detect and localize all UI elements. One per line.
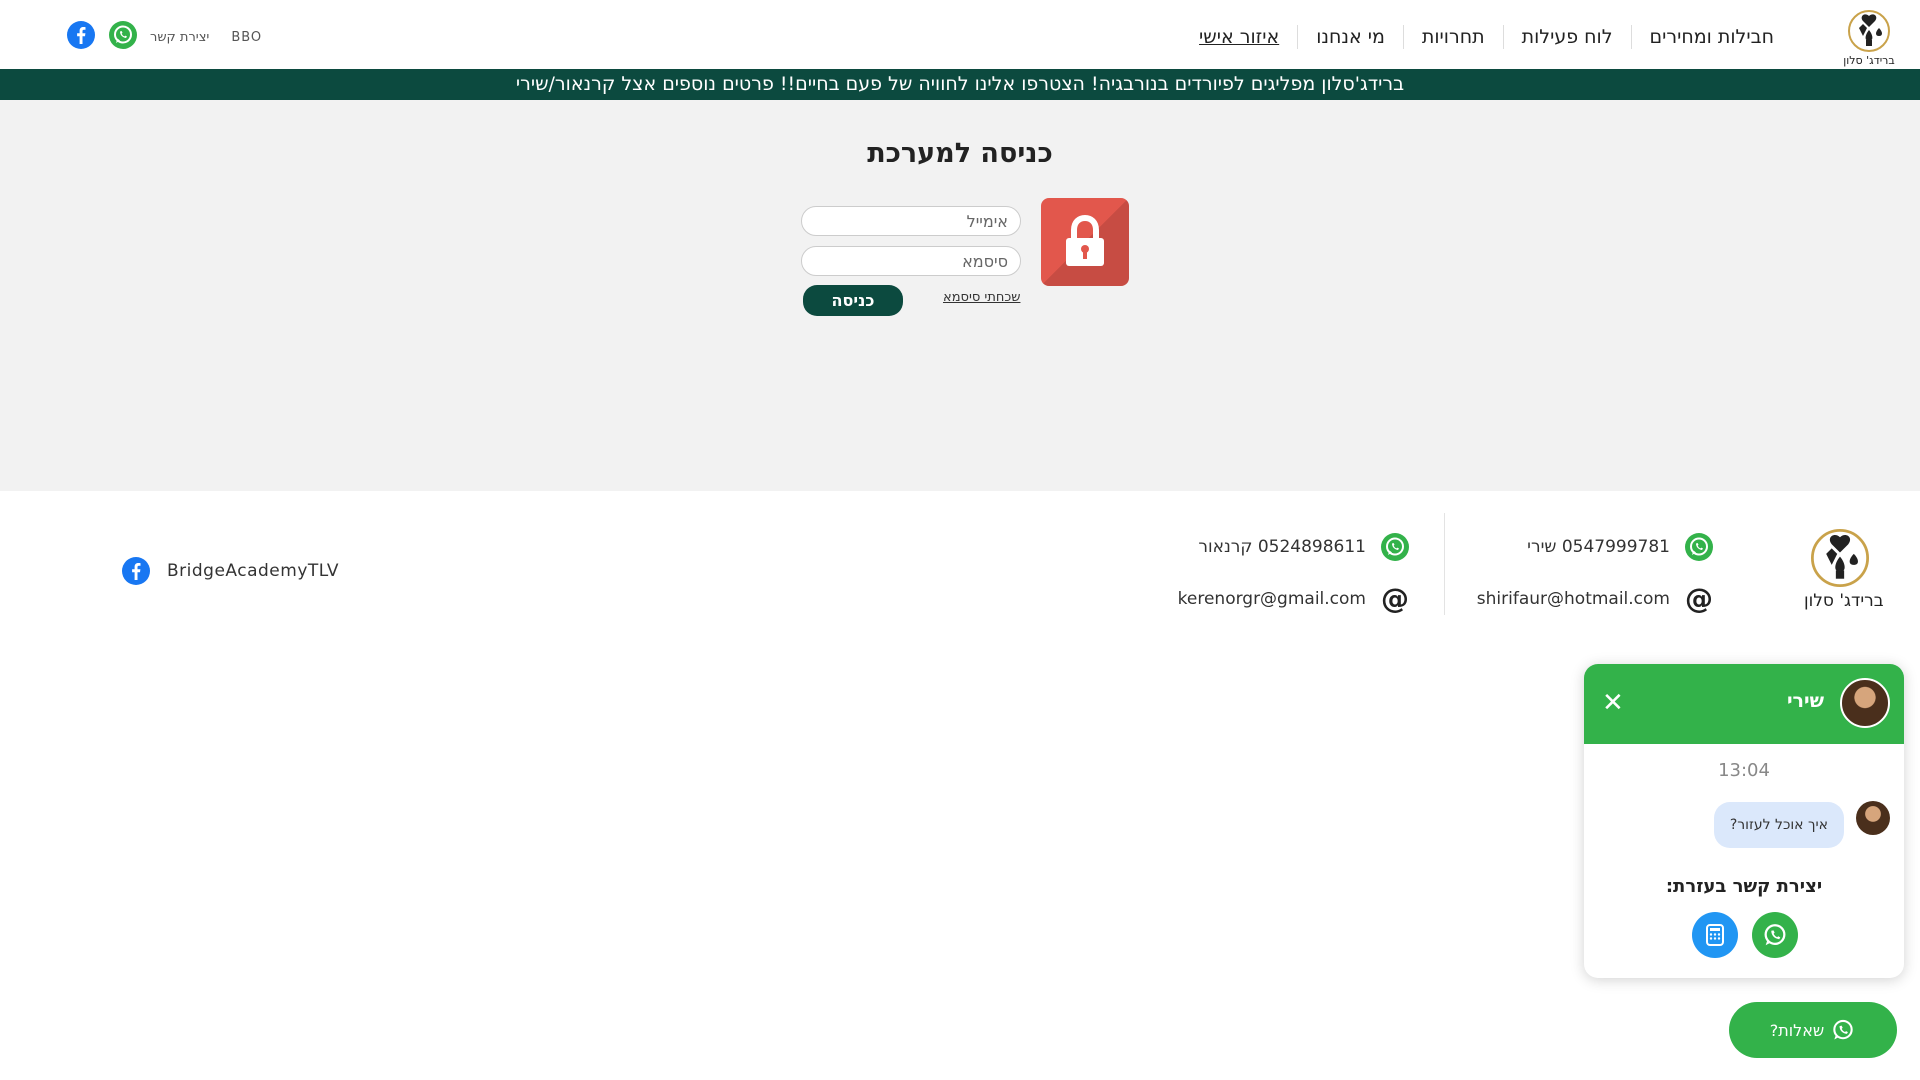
chat-widget: שירי ✕ 13:04 איך אוכל לעזור? יצירת קשר ב…: [1584, 664, 1904, 978]
cards-logo-icon: [1811, 529, 1869, 587]
chat-header: שירי ✕: [1584, 664, 1904, 744]
whatsapp-icon: [1764, 924, 1786, 946]
contact-shiri-email[interactable]: @ shirifaur@hotmail.com: [1477, 584, 1714, 614]
login-button[interactable]: כניסה: [803, 285, 903, 316]
chat-contact-label: יצירת קשר בעזרת:: [1665, 876, 1823, 897]
facebook-icon: [122, 557, 150, 585]
contact-shiri-email-text: shirifaur@hotmail.com: [1476, 589, 1670, 609]
logo-text: ברידג' סלון: [1843, 54, 1895, 67]
phone-icon: [1706, 924, 1724, 946]
contact-keren-email-text: kerenorgr@gmail.com: [1177, 589, 1366, 609]
site-header: ברידג' סלון חבילות ומחירים לוח פעילות תח…: [0, 0, 1920, 69]
message-avatar: [1856, 801, 1890, 835]
contact-keren-email[interactable]: @ kerenorgr@gmail.com: [1178, 584, 1410, 614]
login-section: כניסה למערכת כניסה שכחתי סיסמא: [0, 100, 1920, 491]
lock-icon: [1066, 214, 1104, 266]
footer-logo-text: ברידג' סלון: [1804, 591, 1884, 611]
email-input[interactable]: [801, 206, 1021, 236]
agent-avatar: [1840, 678, 1890, 728]
whatsapp-icon: [1685, 533, 1713, 561]
contact-shiri-phone-text: 0547999781 שירי: [1527, 537, 1670, 557]
footer-facebook-text: BridgeAcademyTLV: [167, 561, 339, 581]
chat-phone-button[interactable]: [1692, 912, 1738, 958]
email-at-icon: @: [1685, 582, 1713, 615]
chat-whatsapp-button[interactable]: [1752, 912, 1798, 958]
contact-shiri-phone[interactable]: 0547999781 שירי: [1527, 532, 1714, 562]
email-at-icon: @: [1381, 582, 1409, 615]
login-title: כניסה למערכת: [867, 138, 1053, 169]
footer-logo[interactable]: ברידג' סלון: [1804, 529, 1884, 611]
announcement-bar[interactable]: ברידג'סלון מפליגים לפיורדים בנורבגיה! הצ…: [0, 69, 1920, 100]
cards-logo-icon: [1848, 10, 1890, 52]
site-footer: ברידג' סלון 0547999781 שירי @ shirifaur@…: [0, 491, 1920, 631]
site-logo[interactable]: ברידג' סלון: [1842, 10, 1896, 67]
chat-agent-name: שירי: [1786, 690, 1824, 712]
contact-keren-phone-text: 0524898611 קרנאור: [1198, 537, 1366, 557]
chat-timestamp: 13:04: [1718, 760, 1770, 781]
footer-facebook-link[interactable]: BridgeAcademyTLV: [121, 556, 339, 586]
password-input[interactable]: [801, 246, 1021, 276]
nav-competitions[interactable]: תחרויות: [1402, 25, 1503, 49]
whatsapp-icon[interactable]: [108, 20, 138, 54]
contact-keren-phone[interactable]: 0524898611 קרנאור: [1198, 532, 1410, 562]
bbo-link[interactable]: BBO: [231, 30, 262, 45]
questions-whatsapp-button[interactable]: שאלות?: [1729, 1002, 1897, 1058]
nav-personal-area[interactable]: איזור אישי: [1181, 25, 1297, 49]
main-nav: חבילות ומחירים לוח פעילות תחרויות מי אנח…: [1181, 22, 1792, 52]
chat-message: איך אוכל לעזור?: [1713, 802, 1844, 848]
questions-label: שאלות?: [1769, 1020, 1825, 1040]
whatsapp-icon: [1381, 533, 1409, 561]
footer-divider: [1444, 513, 1445, 615]
contact-link[interactable]: יצירת קשר: [150, 30, 209, 45]
facebook-icon[interactable]: [66, 20, 96, 54]
lock-tile: [1041, 198, 1129, 286]
nav-about-us[interactable]: מי אנחנו: [1297, 25, 1403, 49]
forgot-password-link[interactable]: שכחתי סיסמא: [943, 290, 1020, 305]
whatsapp-icon: [1833, 1019, 1853, 1040]
header-social: יצירת קשר BBO: [66, 20, 262, 54]
nav-activity-schedule[interactable]: לוח פעילות: [1502, 25, 1631, 49]
close-icon[interactable]: ✕: [1602, 688, 1624, 718]
nav-packages-prices[interactable]: חבילות ומחירים: [1630, 25, 1792, 49]
